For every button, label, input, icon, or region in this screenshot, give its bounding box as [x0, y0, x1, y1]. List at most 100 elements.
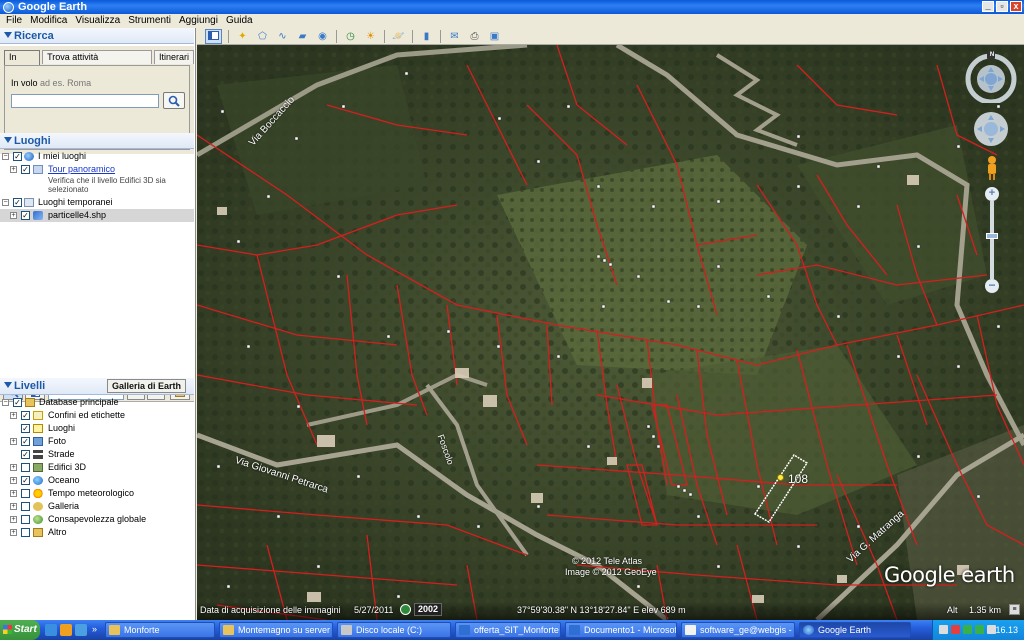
historical-clock-icon[interactable] — [400, 604, 411, 615]
compass-north-label[interactable]: N — [988, 51, 996, 59]
task-offerta[interactable]: offerta_SIT_Monforte - ... — [455, 622, 561, 638]
add-polygon-button[interactable]: ⬠ — [254, 29, 271, 44]
expand-icon[interactable]: + — [10, 464, 17, 471]
view-in-maps-button[interactable]: ▣ — [486, 29, 503, 44]
menu-strumenti[interactable]: Strumenti — [124, 14, 175, 28]
close-button[interactable]: x — [1010, 1, 1022, 12]
expand-icon[interactable]: + — [10, 516, 17, 523]
checkbox[interactable] — [21, 489, 30, 498]
layer-weather[interactable]: + Tempo meteorologico — [0, 487, 194, 500]
menu-guida[interactable]: Guida — [222, 14, 257, 28]
checkbox[interactable]: ✓ — [13, 398, 22, 407]
quicklaunch-browser-icon[interactable] — [75, 624, 87, 636]
layer-3d-buildings[interactable]: + Edifici 3D — [0, 461, 194, 474]
navigation-look-control[interactable]: N — [965, 51, 1017, 105]
clock[interactable]: 16.13 — [995, 620, 1018, 640]
search-panel-header[interactable]: Ricerca — [0, 28, 194, 44]
layer-ocean[interactable]: + ✓ Oceano — [0, 474, 194, 487]
status-menu-icon[interactable]: ≡ — [1009, 604, 1020, 615]
menu-modifica[interactable]: Modifica — [26, 14, 71, 28]
places-panel-header[interactable]: Luoghi — [0, 133, 194, 149]
sunlight-button[interactable]: ☀ — [362, 29, 379, 44]
layer-roads[interactable]: ✓ Strade — [0, 448, 194, 461]
checkbox[interactable] — [21, 463, 30, 472]
quicklaunch-more-icon[interactable]: » — [92, 624, 97, 634]
keyboard-icon[interactable] — [939, 625, 948, 634]
expand-icon[interactable]: + — [10, 412, 17, 419]
quicklaunch-media-icon[interactable] — [60, 624, 72, 636]
checkbox[interactable]: ✓ — [21, 211, 30, 220]
task-google-earth[interactable]: Google Earth — [799, 622, 911, 638]
print-button[interactable]: ⎙ — [466, 29, 483, 44]
task-disco-locale[interactable]: Disco locale (C:) — [337, 622, 451, 638]
expand-icon[interactable]: + — [10, 529, 17, 536]
map-view[interactable]: Via Boccaccio Via Giovanni Petrarca Fosc… — [197, 45, 1024, 620]
checkbox[interactable]: ✓ — [21, 437, 30, 446]
checkbox[interactable] — [21, 515, 30, 524]
ruler-button[interactable]: ▮ — [418, 29, 435, 44]
task-documento1[interactable]: Documento1 - Microsoft ... — [565, 622, 677, 638]
layer-borders[interactable]: + ✓ Confini ed etichette — [0, 409, 194, 422]
add-overlay-button[interactable]: ▰ — [294, 29, 311, 44]
historical-year-badge[interactable]: 2002 — [414, 603, 443, 616]
expand-icon[interactable]: + — [10, 166, 17, 173]
parcel-label[interactable]: 108 — [788, 472, 808, 486]
email-button[interactable]: ✉ — [446, 29, 463, 44]
maximize-button[interactable]: ▫ — [996, 1, 1008, 12]
signal-icon[interactable] — [975, 625, 984, 634]
zoom-slider[interactable]: + − — [985, 187, 999, 293]
expand-icon[interactable]: + — [10, 503, 17, 510]
minimize-button[interactable]: _ — [982, 1, 994, 12]
sidebar-toggle-button[interactable] — [205, 29, 222, 44]
street-view-pegman-icon[interactable] — [987, 155, 997, 181]
zoom-in-button[interactable]: + — [985, 187, 999, 201]
network-icon[interactable] — [963, 625, 972, 634]
menu-file[interactable]: File — [2, 14, 26, 28]
checkbox[interactable]: ✓ — [21, 450, 30, 459]
add-placemark-button[interactable]: ✦ — [234, 29, 251, 44]
collapse-icon[interactable]: − — [2, 399, 9, 406]
checkbox[interactable]: ✓ — [21, 424, 30, 433]
navigation-move-control[interactable] — [973, 111, 1009, 147]
collapse-icon[interactable]: − — [2, 153, 9, 160]
switch-planet-button[interactable]: 🪐 — [390, 29, 407, 44]
checkbox[interactable]: ✓ — [21, 411, 30, 420]
layer-gallery[interactable]: + Galleria — [0, 500, 194, 513]
expand-icon[interactable]: + — [10, 477, 17, 484]
checkbox[interactable]: ✓ — [13, 198, 22, 207]
parcel-placemark-icon[interactable] — [777, 474, 784, 481]
layer-other[interactable]: + Altro — [0, 526, 194, 539]
add-path-button[interactable]: ∿ — [274, 29, 291, 44]
checkbox[interactable] — [21, 502, 30, 511]
layer-photos[interactable]: + ✓ Foto — [0, 435, 194, 448]
zoom-track[interactable] — [990, 201, 994, 279]
start-button[interactable]: Start — [0, 620, 40, 640]
layer-database[interactable]: − ✓ Database principale — [0, 396, 194, 409]
task-monforte[interactable]: Monforte — [105, 622, 215, 638]
tab-trova-attivita[interactable]: Trova attività commerciali — [42, 50, 152, 75]
checkbox[interactable] — [21, 528, 30, 537]
historical-imagery-button[interactable]: ◷ — [342, 29, 359, 44]
tab-itinerari[interactable]: Itinerari — [153, 50, 194, 64]
expand-icon[interactable]: + — [10, 438, 17, 445]
expand-icon[interactable]: + — [10, 212, 17, 219]
tour-link[interactable]: Tour panoramico — [48, 163, 115, 176]
checkbox[interactable]: ✓ — [21, 165, 30, 174]
collapse-icon[interactable]: − — [2, 199, 9, 206]
expand-icon[interactable]: + — [10, 490, 17, 497]
tree-item-particelle[interactable]: + ✓ particelle4.shp — [0, 209, 194, 222]
tab-in-volo[interactable]: In volo — [4, 50, 41, 75]
record-tour-button[interactable]: ◉ — [314, 29, 331, 44]
search-button[interactable] — [163, 92, 185, 109]
menu-aggiungi[interactable]: Aggiungi — [175, 14, 222, 28]
menu-visualizza[interactable]: Visualizza — [71, 14, 124, 28]
layers-panel-header[interactable]: Livelli Galleria di Earth — [0, 378, 194, 395]
search-input[interactable] — [11, 94, 159, 108]
security-icon[interactable] — [951, 625, 960, 634]
earth-gallery-button[interactable]: Galleria di Earth — [106, 379, 186, 393]
layer-places[interactable]: ✓ Luoghi — [0, 422, 194, 435]
task-montemagno[interactable]: Montemagno su server (... — [219, 622, 333, 638]
layer-global-awareness[interactable]: + Consapevolezza globale — [0, 513, 194, 526]
tree-item-my-places[interactable]: − ✓ I miei luoghi — [0, 150, 194, 163]
checkbox[interactable]: ✓ — [21, 476, 30, 485]
